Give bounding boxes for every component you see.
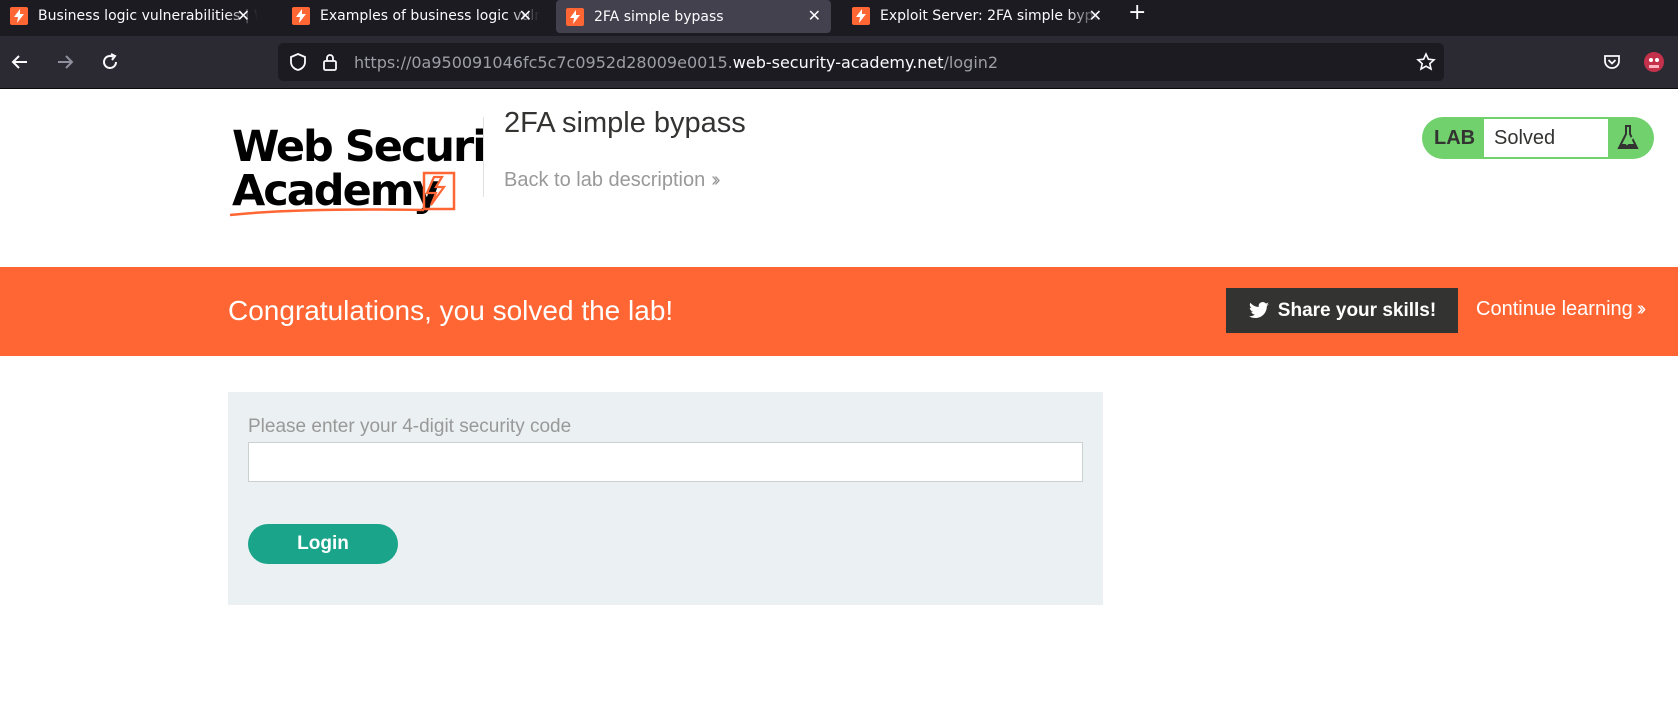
congratulations-message: Congratulations, you solved the lab!: [228, 295, 674, 326]
back-arrow-icon[interactable]: [8, 50, 32, 74]
url-prefix: https://0a950091046fc5c7c0952d28009e0015…: [354, 53, 733, 72]
share-skills-button[interactable]: Share your skills!: [1226, 288, 1458, 333]
tab-close-icon[interactable]: ✕: [808, 6, 821, 25]
twitter-icon: [1248, 301, 1269, 318]
lock-icon[interactable]: [320, 52, 340, 77]
reload-icon[interactable]: [98, 50, 122, 74]
continue-learning-link[interactable]: Continue learning ››: [1476, 298, 1647, 321]
double-chevron-right-icon: ››: [711, 169, 721, 191]
web-security-academy-logo[interactable]: Web Security Academy: [228, 109, 534, 219]
tab-title: 2FA simple bypass: [594, 8, 724, 25]
browser-tab-bar: Business logic vulnerabilities | W ✕ Exa…: [0, 0, 1678, 36]
new-tab-button[interactable]: +: [1128, 0, 1146, 25]
lightning-favicon-icon: [292, 7, 310, 25]
svg-text:Web Security: Web Security: [232, 122, 483, 172]
double-chevron-right-icon: ››: [1636, 298, 1647, 320]
page-title: 2FA simple bypass: [504, 107, 746, 139]
login-button[interactable]: Login: [248, 524, 398, 564]
tab-close-icon[interactable]: ✕: [519, 6, 532, 25]
lightning-favicon-icon: [852, 7, 870, 25]
lab-status: Solved: [1484, 119, 1608, 157]
lab-status-badge: LAB Solved: [1422, 117, 1654, 159]
pocket-icon[interactable]: [1600, 50, 1624, 74]
solved-banner: Congratulations, you solved the lab! Sha…: [0, 267, 1678, 356]
tab-title: Business logic vulnerabilities | W: [38, 8, 258, 24]
browser-tab-active[interactable]: 2FA simple bypass ✕: [556, 0, 831, 33]
browser-tab[interactable]: Examples of business logic vulne ✕: [282, 0, 542, 32]
extension-avatar-icon[interactable]: [1642, 50, 1666, 74]
browser-nav-bar: https://0a950091046fc5c7c0952d28009e0015…: [0, 36, 1678, 88]
forward-arrow-icon[interactable]: [53, 50, 77, 74]
flask-icon: [1614, 123, 1642, 153]
lightning-favicon-icon: [566, 7, 584, 26]
lightning-favicon-icon: [10, 7, 28, 25]
bookmark-star-icon[interactable]: [1416, 52, 1436, 77]
url-path: /login2: [943, 53, 999, 72]
lab-status-text: Solved: [1494, 127, 1556, 149]
share-skills-label: Share your skills!: [1277, 299, 1437, 321]
tab-title: Examples of business logic vulne: [320, 8, 540, 24]
header-divider: [483, 117, 484, 197]
security-code-input[interactable]: [248, 442, 1083, 482]
browser-tab[interactable]: Exploit Server: 2FA simple bypas ✕: [842, 0, 1112, 32]
url-domain: web-security-academy.net: [732, 53, 944, 72]
continue-learning-label: Continue learning: [1476, 298, 1633, 320]
security-code-form: Please enter your 4-digit security code …: [228, 392, 1103, 605]
tab-title: Exploit Server: 2FA simple bypas: [880, 8, 1100, 24]
shield-icon[interactable]: [288, 52, 308, 77]
url-text: https://0a950091046fc5c7c0952d28009e0015…: [354, 53, 998, 72]
page-content: Web Security Academy 2FA simple bypass B…: [0, 89, 1678, 715]
back-link-label: Back to lab description: [504, 169, 706, 191]
address-bar[interactable]: https://0a950091046fc5c7c0952d28009e0015…: [278, 43, 1444, 81]
security-code-label: Please enter your 4-digit security code: [248, 416, 572, 437]
tab-close-icon[interactable]: ✕: [237, 6, 250, 25]
lab-label: LAB: [1434, 127, 1476, 149]
tab-close-icon[interactable]: ✕: [1089, 6, 1102, 25]
browser-tab[interactable]: Business logic vulnerabilities | W ✕: [0, 0, 260, 32]
back-to-lab-description-link[interactable]: Back to lab description ››: [504, 169, 721, 192]
